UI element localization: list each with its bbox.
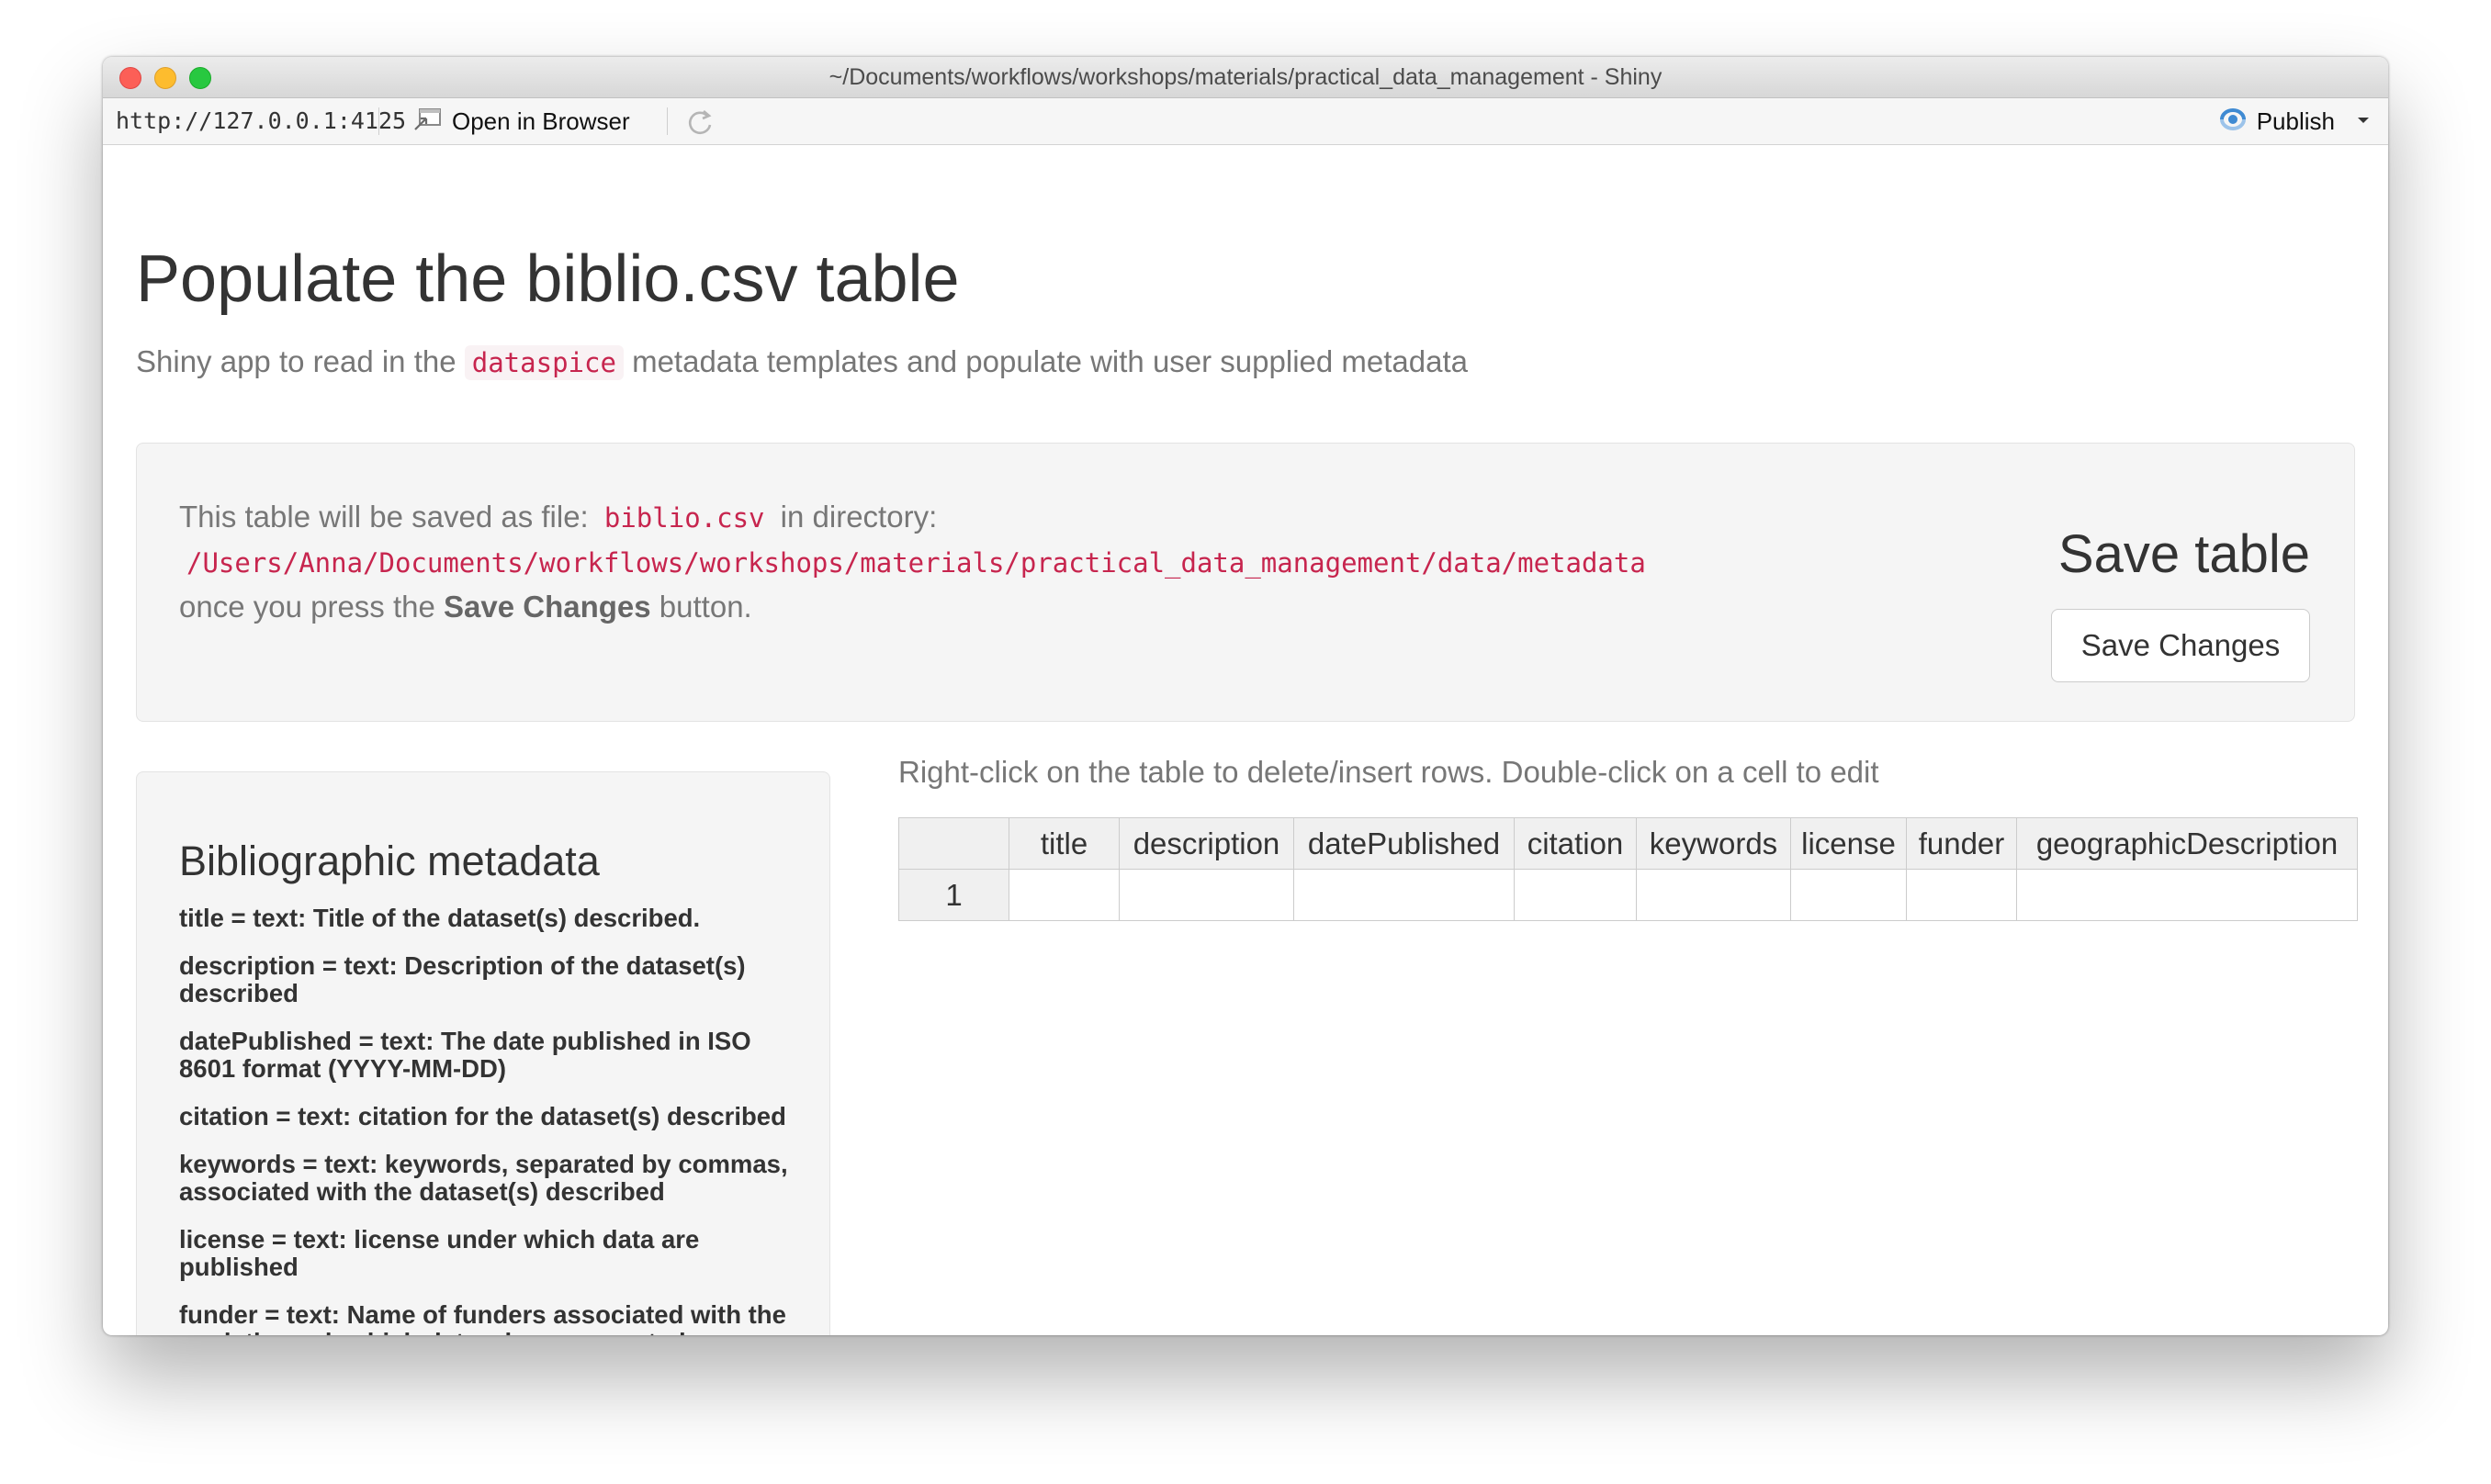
biblio-table[interactable]: title description datePublished citation… — [898, 817, 2358, 921]
row-header[interactable]: 1 — [898, 869, 1009, 921]
page-title: Populate the biblio.csv table — [136, 242, 960, 316]
definitions-list: title = text: Title of the dataset(s) de… — [179, 904, 804, 1336]
subtitle-code: dataspice — [464, 345, 624, 380]
corner-header[interactable] — [898, 817, 1009, 870]
sidebar-title: Bibliographic metadata — [179, 838, 600, 884]
app-window: ~/Documents/workflows/workshops/material… — [103, 57, 2388, 1335]
table-cell[interactable] — [1636, 869, 1791, 921]
metadata-sidebar: Bibliographic metadata title = text: Tit… — [136, 771, 830, 1335]
viewer-toolbar: http://127.0.0.1:4125 Open in Browser Pu… — [103, 98, 2388, 145]
definition-item: keywords = text: keywords, separated by … — [179, 1150, 788, 1206]
definition-item: title = text: Title of the dataset(s) de… — [179, 904, 701, 932]
table-cell[interactable] — [1790, 869, 1907, 921]
table-cell[interactable] — [2016, 869, 2358, 921]
definition-item: license = text: license under which data… — [179, 1225, 700, 1281]
table-cell[interactable] — [1119, 869, 1294, 921]
title-bar: ~/Documents/workflows/workshops/material… — [103, 57, 2388, 98]
column-header[interactable]: description — [1119, 817, 1294, 870]
definition-item: datePublished = text: The date published… — [179, 1027, 751, 1083]
info-text: This table will be saved as file: — [179, 500, 589, 534]
refresh-icon[interactable] — [685, 107, 715, 137]
toolbar-divider — [667, 107, 668, 135]
definition-item: funder = text: Name of funders associate… — [179, 1300, 786, 1336]
column-header[interactable]: license — [1790, 817, 1907, 870]
save-table-heading: Save table — [2057, 524, 2310, 584]
column-header[interactable]: geographicDescription — [2016, 817, 2358, 870]
column-header[interactable]: funder — [1906, 817, 2017, 870]
table-header-row: title description datePublished citation… — [898, 817, 2358, 870]
info-text: once you press the — [179, 590, 435, 624]
save-changes-button[interactable]: Save Changes — [2051, 609, 2310, 682]
info-bold-text: Save Changes — [444, 590, 651, 624]
table-row: 1 — [898, 869, 2358, 921]
table-cell[interactable] — [1009, 869, 1120, 921]
open-in-browser-icon — [413, 107, 443, 137]
page-subtitle: Shiny app to read in the dataspice metad… — [136, 343, 1468, 380]
caret-down-icon[interactable] — [2357, 113, 2370, 129]
publish-label: Publish — [2256, 107, 2335, 135]
url-display[interactable]: http://127.0.0.1:4125 — [116, 98, 406, 144]
app-content: Populate the biblio.csv table Shiny app … — [103, 145, 2388, 1335]
save-info-text: This table will be saved as file: biblio… — [179, 495, 1653, 629]
file-name-code: biblio.csv — [603, 502, 765, 534]
definition-item: citation = text: citation for the datase… — [179, 1102, 786, 1130]
column-header[interactable]: title — [1009, 817, 1120, 870]
publish-icon — [2218, 106, 2248, 138]
open-in-browser-button[interactable]: Open in Browser — [413, 98, 630, 144]
column-header[interactable]: citation — [1514, 817, 1637, 870]
column-header[interactable]: datePublished — [1293, 817, 1515, 870]
subtitle-text: Shiny app to read in the — [136, 344, 456, 378]
info-text: button. — [659, 590, 752, 624]
table-cell[interactable] — [1906, 869, 2017, 921]
table-cell[interactable] — [1293, 869, 1515, 921]
column-header[interactable]: keywords — [1636, 817, 1791, 870]
directory-path-code: /Users/Anna/Documents/workflows/workshop… — [186, 547, 1646, 579]
open-in-browser-label: Open in Browser — [452, 107, 630, 135]
subtitle-text: metadata templates and populate with use… — [632, 344, 1468, 378]
table-cell[interactable] — [1514, 869, 1637, 921]
window-title: ~/Documents/workflows/workshops/material… — [828, 64, 1663, 90]
publish-button[interactable]: Publish — [2218, 98, 2370, 144]
info-text: in directory: — [780, 500, 938, 534]
table-hint: Right-click on the table to delete/inser… — [898, 755, 1879, 789]
definition-item: description = text: Description of the d… — [179, 951, 746, 1007]
save-info-panel: This table will be saved as file: biblio… — [136, 443, 2355, 722]
toolbar-divider — [378, 107, 379, 135]
